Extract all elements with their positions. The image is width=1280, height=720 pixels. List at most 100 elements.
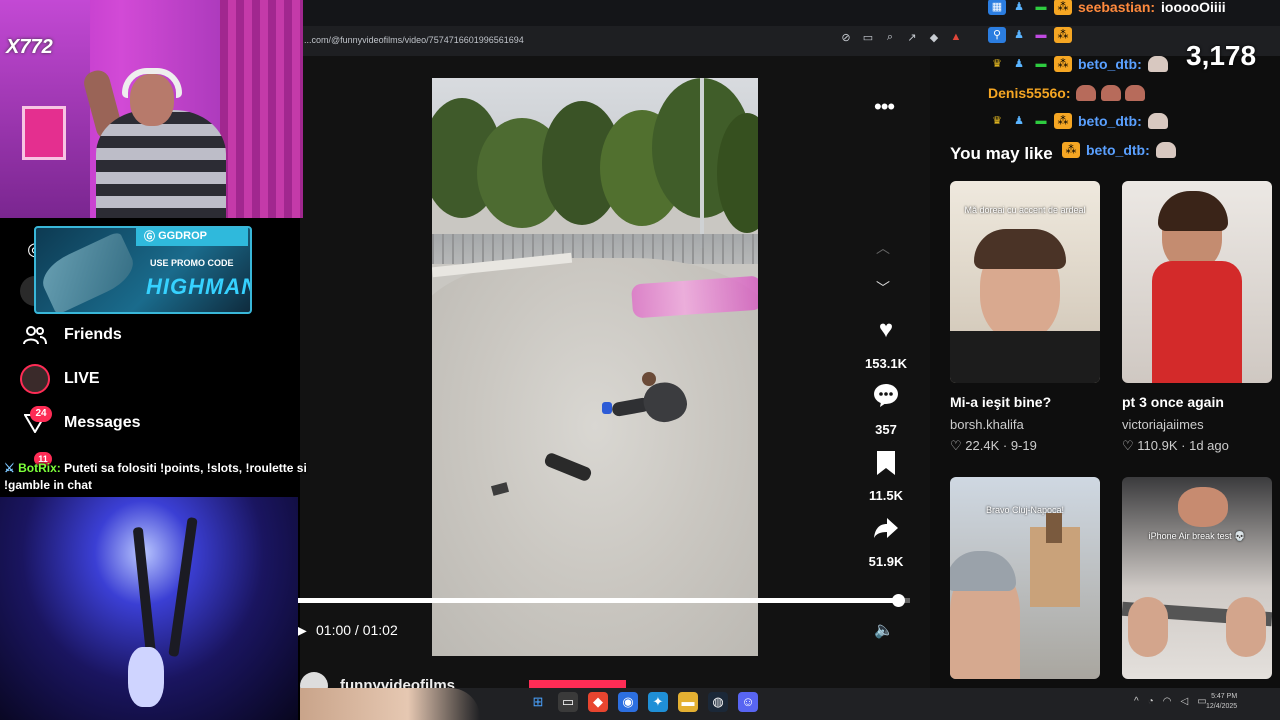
rec-likes-2: 110.9K xyxy=(1137,438,1178,453)
reader-icon[interactable]: ⊘ xyxy=(840,31,852,49)
friends-icon xyxy=(20,320,50,350)
nav-friends[interactable]: Friends xyxy=(20,320,122,350)
chat-username: beto_dtb: xyxy=(1078,56,1142,72)
volume-icon[interactable]: 🔈 xyxy=(874,620,894,640)
task-view-icon[interactable]: ▭ xyxy=(558,692,578,712)
network-icon[interactable]: ◔ xyxy=(1148,696,1154,707)
guitar-cam xyxy=(0,497,298,720)
time-current: 01:00 xyxy=(316,622,352,638)
nav-live[interactable]: LIVE xyxy=(20,364,100,394)
copilot-icon[interactable]: ✦ xyxy=(648,692,668,712)
chevron-down-icon[interactable]: ﹀ xyxy=(876,278,890,298)
gift-badge-icon: ⁂ xyxy=(1062,142,1080,158)
bookmark-icon[interactable] xyxy=(872,450,900,478)
separator: · xyxy=(1177,438,1190,453)
progress-handle[interactable] xyxy=(892,594,905,607)
rec-author-1[interactable]: borsh.khalifa xyxy=(950,417,1024,432)
discord-icon[interactable]: ☺ xyxy=(738,692,758,712)
heart-outline-icon: ♡ xyxy=(950,438,966,453)
user-badge-icon: ♟ xyxy=(1014,58,1024,70)
window-icon[interactable]: ▭ xyxy=(862,31,874,49)
more-options-icon[interactable]: ••• xyxy=(874,94,895,120)
tier-badge-icon: ▬ xyxy=(1035,29,1047,41)
comment-icon[interactable] xyxy=(872,382,900,410)
rec-title-2[interactable]: pt 3 once again xyxy=(1122,394,1224,410)
windows-start-icon[interactable]: ⊞ xyxy=(528,692,548,712)
gift-badge-icon: ⁂ xyxy=(1054,56,1072,72)
folder-icon[interactable]: ▬ xyxy=(678,692,698,712)
bot-username: BotRix: xyxy=(18,461,61,475)
sword-icon: ⚔ xyxy=(4,461,19,475)
time-display: 01:00 / 01:02 xyxy=(316,622,398,638)
tier-badge-icon: ▬ xyxy=(1035,58,1047,70)
heart-icon[interactable]: ♥ xyxy=(872,316,900,344)
chat-message: iooooOiiii xyxy=(1161,0,1226,15)
tiktok-red-bar xyxy=(529,680,626,688)
user-badge-icon: ♟ xyxy=(1014,115,1024,127)
progress-fill xyxy=(298,598,898,603)
warning-icon[interactable]: ▲ xyxy=(950,31,962,49)
trees-scene xyxy=(432,78,758,248)
like-count: 153.1K xyxy=(865,356,907,371)
skate-bowl xyxy=(432,258,758,656)
tier-badge-icon: ▬ xyxy=(1035,115,1047,127)
live-icon xyxy=(20,364,50,394)
streamer-webcam: X772 xyxy=(0,0,303,218)
chat-username: beto_dtb: xyxy=(1078,113,1142,129)
rec-title-1[interactable]: Mi-a ieşit bine? xyxy=(950,394,1051,410)
chat-line: ♛ ♟ ▬ ⁂ beto_dtb: xyxy=(988,53,1168,75)
user-badge-icon: ♟ xyxy=(1014,29,1024,41)
chrome-icon[interactable]: ◉ xyxy=(618,692,638,712)
speaker-icon[interactable]: ◁ xyxy=(1180,696,1188,707)
user-badge-icon: ♟ xyxy=(1014,1,1024,13)
heart-outline-icon: ♡ xyxy=(1122,438,1138,453)
wifi-icon[interactable]: ◠ xyxy=(1163,696,1172,707)
tier-badge-icon: ▬ xyxy=(1035,1,1047,13)
guitar xyxy=(168,516,198,658)
gift-badge-icon: ⁂ xyxy=(1054,113,1072,129)
emote-icon xyxy=(1155,142,1176,158)
rec-card-4[interactable]: iPhone Air break test 💀 xyxy=(1122,477,1272,679)
steam-icon[interactable]: ◍ xyxy=(708,692,728,712)
brave-browser-icon[interactable]: ◆ xyxy=(588,692,608,712)
rec-author-2[interactable]: victoriajaiimes xyxy=(1122,417,1204,432)
rec-date-2: 1d ago xyxy=(1189,438,1229,453)
chevron-up-icon[interactable]: ︿ xyxy=(876,238,890,258)
rec-card-2[interactable] xyxy=(1122,181,1272,383)
chat-line: ♛ ♟ ▬ ⁂ beto_dtb: xyxy=(988,110,1168,132)
gift-badge-icon: ⁂ xyxy=(1054,0,1072,15)
rec-date-1: 9-19 xyxy=(1010,438,1037,453)
rec-overlay-1: Mă doreai cu accent de ardeal xyxy=(964,205,1086,215)
extension-icon[interactable]: ◆ xyxy=(928,31,940,49)
comment-count: 357 xyxy=(875,422,897,437)
taskbar-clock[interactable]: 5:47 PM 12/4/2025 xyxy=(1206,692,1237,712)
rec-overlay-3: Bravo Cluj-Napoca! xyxy=(985,505,1065,515)
stream-chat: ▦ ♟ ▬ ⁂ seebastian: iooooOiiii ⚲ ♟ ▬ ⁂ ♛ ♟ ▬ ⁂ be… xyxy=(988,0,1280,170)
time-separator: / xyxy=(351,622,363,638)
taskbar-apps: ⊞ ▭ ◆ ◉ ✦ ▬ ◍ ☺ xyxy=(528,692,758,712)
nav-live-label: LIVE xyxy=(64,370,100,387)
emote-icon xyxy=(1100,85,1121,101)
chat-line: ▦ ♟ ▬ ⁂ seebastian: iooooOiiii xyxy=(988,0,1226,18)
rec-card-3[interactable]: Bravo Cluj-Napoca! xyxy=(950,477,1100,679)
share-icon[interactable]: ↗ xyxy=(906,31,918,49)
video-frame[interactable] xyxy=(432,78,758,656)
viewer-count: 3,178 xyxy=(1186,40,1257,71)
promo-brand: Ⓖ GGDROP xyxy=(136,228,248,246)
rec-overlay-4: iPhone Air break test 💀 xyxy=(1148,531,1246,541)
rec-meta-1: ♡ 22.4K · 9-19 xyxy=(950,438,1037,454)
hand-in-frame xyxy=(300,688,480,720)
emote-icon xyxy=(1147,113,1168,129)
emote-icon xyxy=(1147,56,1168,72)
nav-messages-label: Messages xyxy=(64,414,141,431)
red-outfit xyxy=(1152,261,1242,383)
zoom-icon[interactable]: ⌕ xyxy=(884,31,896,49)
chevron-up-icon[interactable]: ^ xyxy=(1134,696,1139,707)
clock-time: 5:47 PM xyxy=(1211,693,1238,700)
chat-username: Denis5556o: xyxy=(988,85,1071,101)
streamer-logo: X772 xyxy=(6,36,53,58)
share-arrow-icon[interactable] xyxy=(872,516,900,544)
rec-card-1[interactable]: Mă doreai cu accent de ardeal xyxy=(950,181,1100,383)
clock-date: 12/4/2025 xyxy=(1206,703,1238,710)
share-count: 51.9K xyxy=(868,554,904,569)
